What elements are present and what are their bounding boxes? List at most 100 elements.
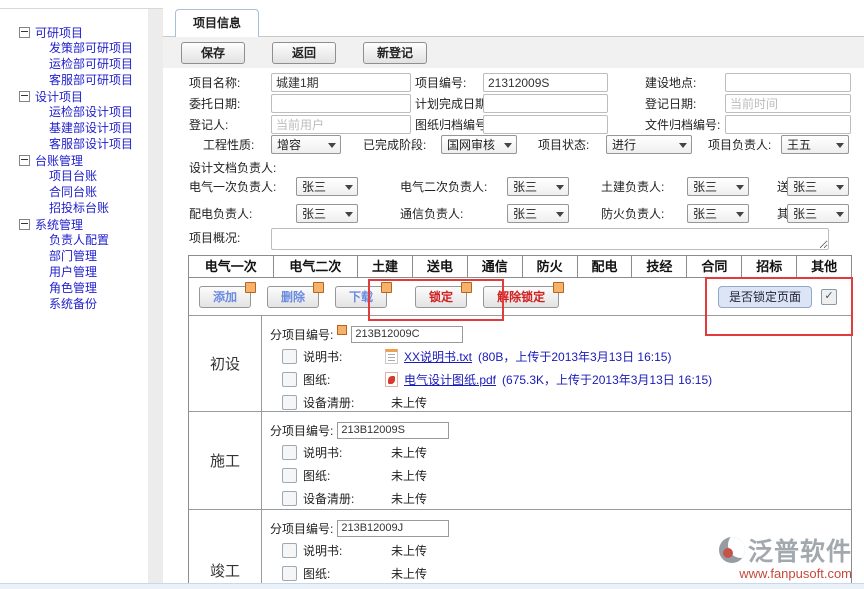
project-nature-select[interactable]: 增容: [271, 135, 341, 154]
register-date-input[interactable]: [725, 94, 851, 113]
add-button[interactable]: 添加: [199, 286, 251, 308]
sidebar-item-yunjian-keyan[interactable]: 运检部可研项目: [0, 56, 148, 72]
civil-leader-select[interactable]: 张三: [687, 177, 749, 196]
sidebar-item-jijian-sheji[interactable]: 基建部设计项目: [0, 120, 148, 136]
checkbox[interactable]: [282, 445, 297, 460]
sidebar-item-kefu-keyan[interactable]: 客服部可研项目: [0, 72, 148, 88]
elec-primary-leader-select[interactable]: 张三: [296, 177, 358, 196]
sidebar-item-role-mgmt[interactable]: 角色管理: [0, 280, 148, 296]
sidebar-item-dept-mgmt[interactable]: 部门管理: [0, 248, 148, 264]
file-link[interactable]: XX说明书.txt: [404, 348, 472, 365]
collapse-minus-icon[interactable]: [19, 219, 30, 230]
sidebar-item-backup[interactable]: 系统备份: [0, 296, 148, 312]
tab-comm[interactable]: 通信: [468, 256, 523, 277]
download-button-label: 下载: [349, 290, 373, 304]
chevron-down-icon: [736, 185, 744, 194]
checkbox[interactable]: [282, 491, 297, 506]
bottom-scrollbar[interactable]: [0, 583, 864, 589]
tab-distribution[interactable]: 配电: [578, 256, 633, 277]
doc-label: 图纸:: [303, 371, 371, 388]
sidebar-group-system[interactable]: 系统管理: [0, 216, 148, 232]
checkbox[interactable]: [282, 468, 297, 483]
tab-project-info[interactable]: 项目信息: [175, 9, 259, 37]
sidebar-item-yunjian-sheji[interactable]: 运检部设计项目: [0, 104, 148, 120]
download-button[interactable]: 下载: [335, 286, 387, 308]
file-archive-no-input[interactable]: [725, 115, 851, 134]
tab-bid[interactable]: 招标: [742, 256, 797, 277]
tab-fire[interactable]: 防火: [523, 256, 578, 277]
power-send-leader-select[interactable]: 张三: [787, 177, 849, 196]
sub-project-no-input[interactable]: [337, 520, 449, 537]
upload-status: 未上传: [391, 444, 427, 461]
finished-stage-select[interactable]: 国网审核: [441, 135, 517, 154]
lock-button[interactable]: 锁定: [415, 286, 467, 308]
lock-page-checkbox[interactable]: ✓: [821, 289, 837, 305]
stage-row-preliminary: 初设 分项目编号: 说明书: XX说明书.txt (80B，上传于2013年3月…: [189, 316, 851, 412]
project-status-select[interactable]: 进行: [606, 135, 692, 154]
fire-leader-select[interactable]: 张三: [687, 204, 749, 223]
doc-label: 图纸:: [303, 565, 371, 582]
save-button[interactable]: 保存: [181, 42, 245, 64]
file-link[interactable]: 电气设计图纸.pdf: [404, 371, 496, 388]
select-value: 张三: [693, 205, 732, 222]
unlock-button[interactable]: 解除锁定: [483, 286, 559, 308]
sidebar-item-bid-ledger[interactable]: 招投标台账: [0, 200, 148, 216]
back-button[interactable]: 返回: [272, 42, 336, 64]
tab-elec-primary[interactable]: 电气一次: [189, 256, 274, 277]
other-leader-select[interactable]: 张三: [787, 204, 849, 223]
sidebar-item-user-mgmt[interactable]: 用户管理: [0, 264, 148, 280]
sub-project-no-input[interactable]: [351, 326, 463, 343]
tab-other[interactable]: 其他: [797, 256, 851, 277]
project-leader-select[interactable]: 王五: [781, 135, 849, 154]
sidebar-group-label[interactable]: 可研项目: [35, 24, 83, 41]
sidebar-group-taizhang[interactable]: 台账管理: [0, 152, 148, 168]
lock-page-label[interactable]: 是否锁定页面: [718, 286, 812, 308]
sidebar-group-keyan[interactable]: 可研项目: [0, 24, 148, 40]
checkbox[interactable]: [282, 566, 297, 581]
tab-tech-econ[interactable]: 技经: [632, 256, 687, 277]
chevron-down-icon: [836, 143, 844, 152]
comm-leader-select[interactable]: 张三: [507, 204, 569, 223]
delete-button[interactable]: 删除: [267, 286, 319, 308]
checkbox[interactable]: [282, 543, 297, 558]
sub-project-no-input[interactable]: [337, 422, 449, 439]
sidebar-item-contract-ledger[interactable]: 合同台账: [0, 184, 148, 200]
tab-elec-secondary[interactable]: 电气二次: [274, 256, 359, 277]
select-value: 张三: [793, 178, 832, 195]
tab-civil[interactable]: 土建: [358, 256, 413, 277]
collapse-minus-icon[interactable]: [19, 91, 30, 102]
sidebar-group-label[interactable]: 台账管理: [35, 152, 83, 169]
project-overview-textarea[interactable]: [271, 228, 829, 250]
project-name-label: 项目名称:: [189, 73, 240, 93]
project-name-input[interactable]: [271, 73, 411, 92]
sidebar-group-sheji[interactable]: 设计项目: [0, 88, 148, 104]
collapse-minus-icon[interactable]: [19, 27, 30, 38]
build-site-input[interactable]: [725, 73, 851, 92]
new-register-button[interactable]: 新登记: [363, 42, 427, 64]
chevron-down-icon: [504, 143, 512, 152]
drawing-archive-no-input[interactable]: [483, 115, 608, 134]
txt-file-icon: [385, 349, 398, 364]
plan-finish-date-input[interactable]: [483, 94, 608, 113]
new-window-icon: [381, 282, 392, 293]
sidebar-item-kefu-sheji[interactable]: 客服部设计项目: [0, 136, 148, 152]
checkbox[interactable]: [282, 372, 297, 387]
sidebar-item-project-ledger[interactable]: 项目台账: [0, 168, 148, 184]
entrust-date-input[interactable]: [271, 94, 411, 113]
tab-contract[interactable]: 合同: [687, 256, 742, 277]
distribution-leader-select[interactable]: 张三: [296, 204, 358, 223]
checkbox[interactable]: [282, 395, 297, 410]
checkbox[interactable]: [282, 349, 297, 364]
sidebar-group-label[interactable]: 系统管理: [35, 216, 83, 233]
comm-leader-label: 通信负责人:: [400, 204, 463, 224]
add-button-label: 添加: [213, 290, 237, 304]
collapse-minus-icon[interactable]: [19, 155, 30, 166]
elec-secondary-leader-select[interactable]: 张三: [507, 177, 569, 196]
tab-power-send[interactable]: 送电: [413, 256, 468, 277]
project-no-input[interactable]: [483, 73, 608, 92]
sidebar-item-face-keyan[interactable]: 发策部可研项目: [0, 40, 148, 56]
sidebar-group-label[interactable]: 设计项目: [35, 88, 83, 105]
register-date-label: 登记日期:: [645, 94, 696, 114]
sidebar-item-leader-config[interactable]: 负责人配置: [0, 232, 148, 248]
registrant-input[interactable]: [271, 115, 411, 134]
